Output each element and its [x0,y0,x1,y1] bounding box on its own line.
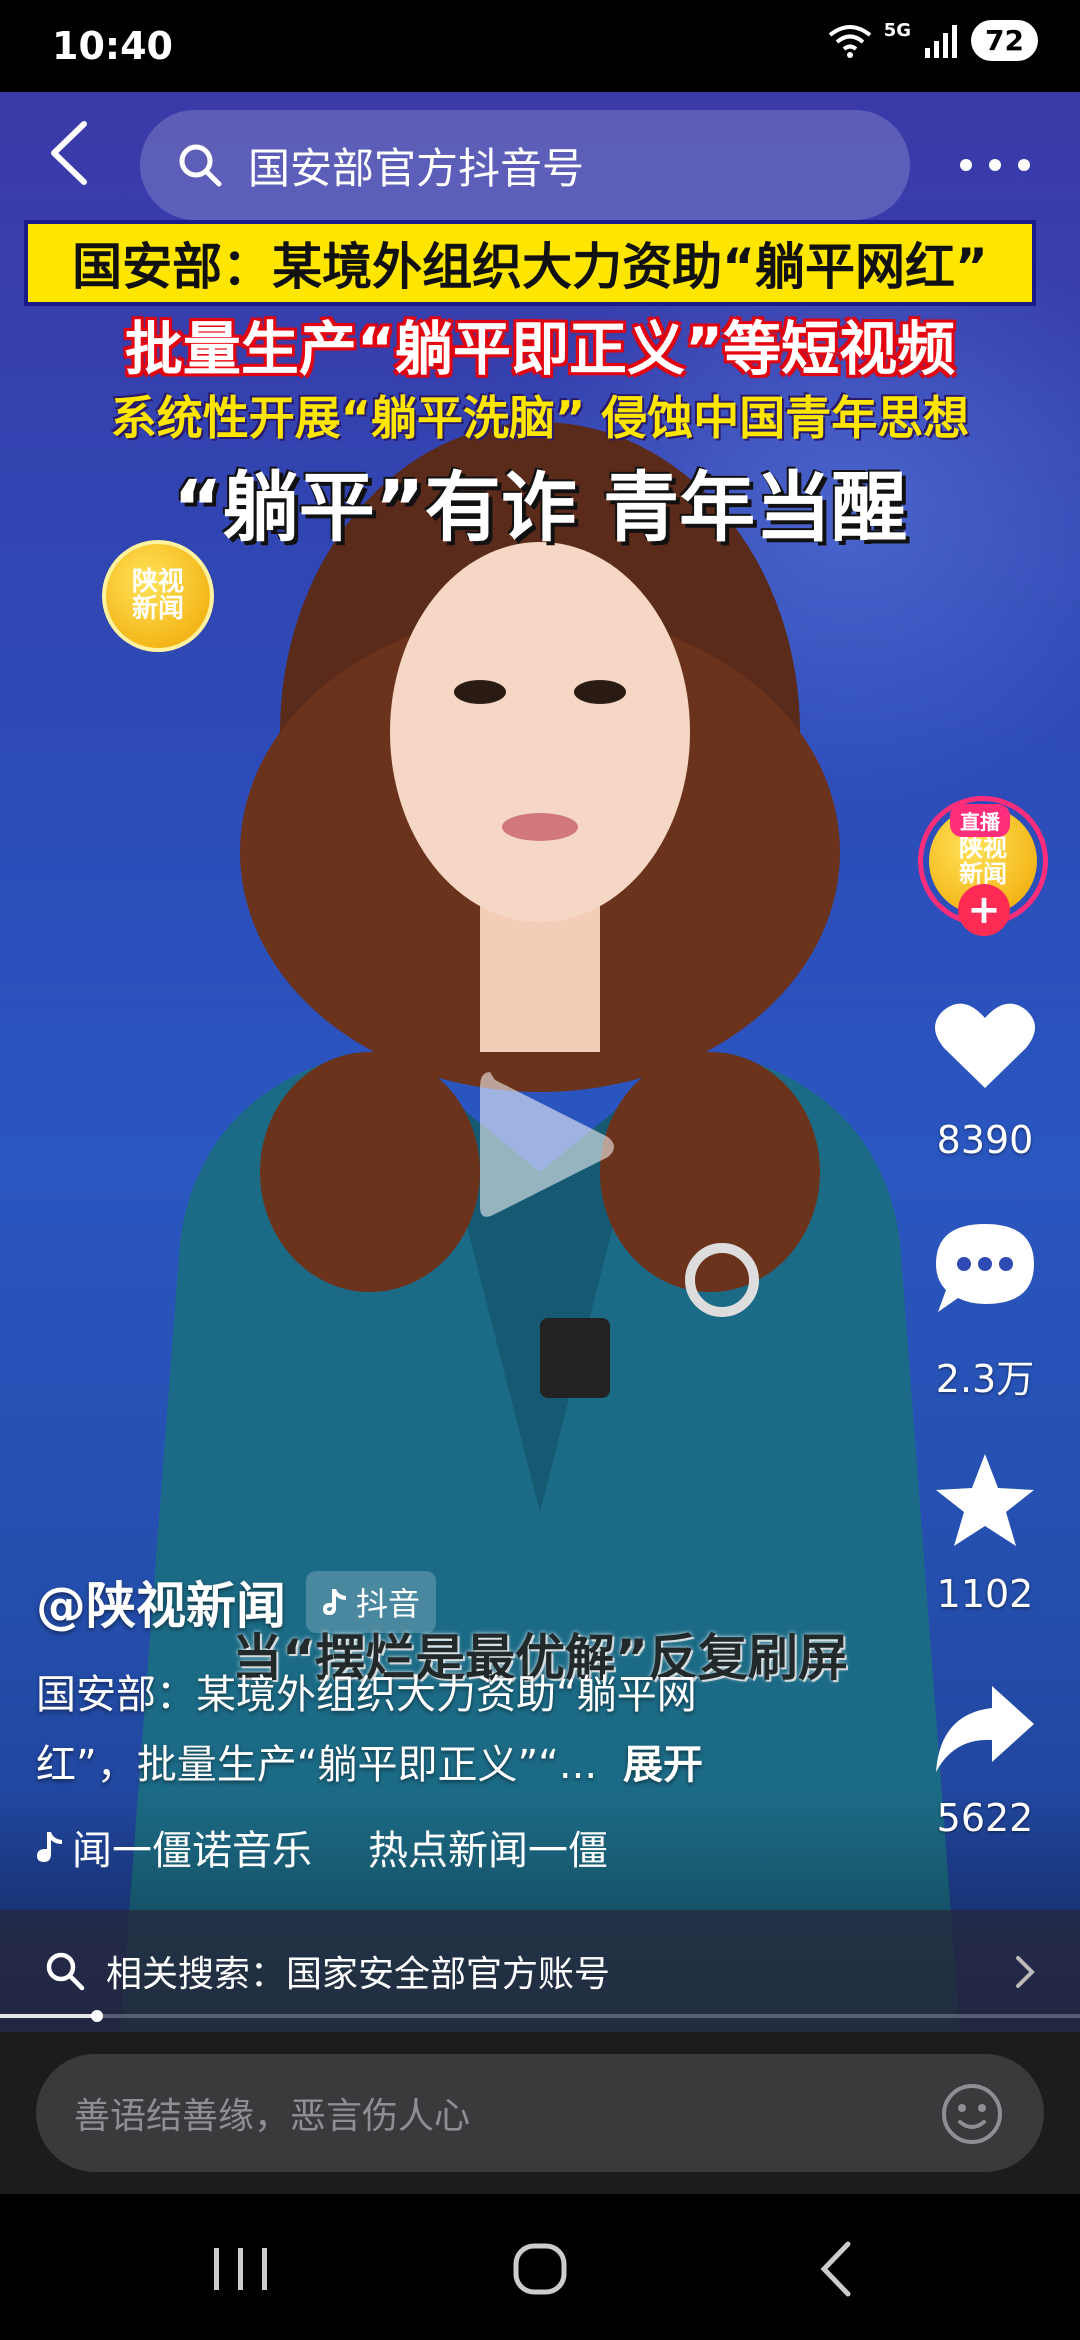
home-icon[interactable] [500,2234,580,2304]
video-description[interactable]: 国安部：某境外组织大力资助“躺平网 红”，批量生产“躺平即正义”“... 展开 [36,1660,796,1800]
network-label: 5G [883,20,912,41]
comment-input[interactable]: 善语结善缘，恶言伤人心 [36,2054,1044,2172]
music-note-icon [37,1832,62,1862]
expand-button[interactable]: 展开 [623,1742,703,1788]
follow-button[interactable]: + [958,884,1010,936]
system-nav-bar [0,2194,1080,2340]
music-row[interactable]: 闻一僵诺音乐 热点新闻一僵 [36,1818,608,1876]
status-bar: 10:40 5G 72 [0,0,1080,92]
search-icon [179,144,222,187]
more-options-icon[interactable] [960,130,1030,200]
emoji-icon[interactable] [940,2082,1004,2146]
comment-placeholder: 善语结善缘，恶言伤人心 [74,2096,471,2137]
comment-icon[interactable] [930,1218,1040,1318]
comment-count: 2.3万 [935,1357,1035,1401]
play-icon[interactable] [470,1062,620,1232]
headline-banner: 国安部：某境外组织大力资助“躺平网红” [24,220,1036,306]
description-line-2: 红”，批量生产“躺平即正义”“... [36,1742,598,1788]
search-bar[interactable]: 国安部官方抖音号 [140,110,910,220]
search-query: 国安部官方抖音号 [248,143,585,193]
back-icon[interactable] [40,118,100,188]
headline-line-2: 批量生产“躺平即正义”等短视频 [124,315,956,383]
video-progress-bar[interactable] [0,2010,1080,2022]
channel-logo: 陕视 新闻 [102,540,214,652]
share-icon[interactable] [930,1680,1040,1780]
signal-icon [925,24,958,58]
search-icon [46,1952,85,1991]
star-icon[interactable] [930,1450,1040,1550]
tiktok-icon [323,1589,346,1615]
live-badge: 直播 [950,804,1010,837]
wifi-icon [828,24,871,58]
status-time: 10:40 [52,24,173,68]
progress-fill [0,2014,98,2018]
platform-tag: 抖音 [306,1571,437,1633]
headline-line-3: 系统性开展“躺平洗脑” 侵蚀中国青年思想 [110,391,970,445]
author-name[interactable]: @陕视新闻 [36,1566,286,1638]
status-icons: 5G 72 [828,20,1038,61]
music-title: 闻一僵诺音乐 [72,1828,312,1874]
description-line-1: 国安部：某境外组织大力资助“躺平网 [36,1672,697,1718]
author-row: @陕视新闻 抖音 [36,1566,437,1638]
heart-icon[interactable] [930,996,1040,1096]
back-nav-icon[interactable] [800,2234,880,2304]
like-count: 8390 [936,1118,1034,1162]
comment-area: 善语结善缘，恶言伤人心 [0,2032,1080,2194]
recent-apps-icon[interactable] [200,2234,280,2304]
chevron-right-icon [1016,1956,1035,1988]
favorite-count: 1102 [936,1572,1034,1616]
related-search-label: 相关搜索：国家安全部官方账号 [106,1954,611,1995]
platform-tag-label: 抖音 [356,1585,421,1623]
share-count: 5622 [936,1796,1034,1840]
music-title-secondary: 热点新闻一僵 [368,1828,608,1874]
battery-indicator: 72 [971,20,1038,61]
